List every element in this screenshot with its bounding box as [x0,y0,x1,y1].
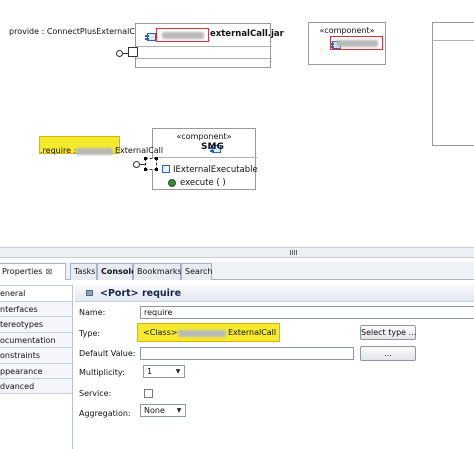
multiplicity-dropdown[interactable]: 1 ▼ [143,365,185,378]
properties-title-bar: <Port> require [75,285,474,302]
close-icon[interactable]: ⊠ [45,267,52,276]
section-stereotypes[interactable]: tereotypes [0,316,72,332]
redacted-text [336,40,378,47]
partial-component[interactable] [432,22,474,146]
chevron-down-icon[interactable]: ▼ [173,367,183,376]
multiplicity-value: 1 [147,367,153,376]
service-label: Service: [79,389,112,398]
sash-divider[interactable] [0,247,474,258]
multiplicity-label: Multiplicity: [79,368,125,377]
redaction-box [156,28,209,42]
aggregation-value: None [144,406,165,415]
type-label: Type: [79,329,101,338]
component-stereotype: «component» [176,132,232,141]
sash-grip-icon[interactable] [290,250,298,255]
jar-name-suffix: externalCall.jar [210,29,284,39]
interface-icon [162,165,170,173]
tab-bookmarks[interactable]: Bookmarks [133,263,182,280]
compartment-divider [136,46,272,47]
require-label-suffix: ExternalCall [115,146,164,155]
aggregation-label: Aggregation: [79,409,131,418]
name-label: Name: [79,308,106,317]
properties-sidebar: eneral nterfaces tereotypes ocumentation… [0,285,72,449]
chevron-down-icon[interactable]: ▼ [174,406,184,415]
diagram-canvas[interactable]: provide : ConnectPlusExternalCall extern… [0,0,474,247]
tab-properties[interactable]: Properties ⊠ [0,263,66,280]
section-documentation[interactable]: ocumentation [0,331,72,347]
default-value-browse-button[interactable]: ... [360,346,416,361]
redacted-text [76,148,113,155]
require-port-connector [139,164,146,165]
operation-name: execute ( ) [180,178,226,188]
interface-name: IExternalExecutable [173,165,258,175]
tab-console[interactable]: Console [97,263,137,280]
provided-interface-lollipop [116,50,123,57]
section-advanced[interactable]: dvanced [0,378,72,394]
tab-tasks[interactable]: Tasks [70,263,97,280]
compartment-divider [433,40,474,41]
type-value-prefix: <Class> [143,328,178,337]
smg-component-name: SMG [201,142,224,152]
service-checkbox[interactable] [144,389,153,398]
require-label-prefix: .require : [40,146,77,155]
properties-title: <Port> require [100,288,182,299]
selection-handle[interactable] [144,168,147,171]
section-interfaces[interactable]: nterfaces [0,300,72,316]
aggregation-dropdown[interactable]: None ▼ [140,404,186,417]
section-appearance[interactable]: ppearance [0,362,72,378]
provide-port[interactable] [128,47,138,57]
select-type-button[interactable]: Select type ... [360,325,416,340]
redacted-text [162,32,204,39]
redaction-box [330,36,383,50]
required-interface-socket [133,161,140,168]
selection-handle[interactable] [155,157,158,160]
redacted-text [178,330,226,337]
name-field[interactable]: require [140,306,474,319]
compartment-divider [136,58,272,59]
tab-search[interactable]: Search [181,263,212,280]
provide-port-label: provide : ConnectPlusExternalCall [9,27,145,36]
type-value-suffix: ExternalCall [228,328,277,337]
component-stereotype: «component» [319,26,375,35]
section-constraints[interactable]: onstraints [0,347,72,363]
selection-handle[interactable] [144,157,147,160]
compartment-divider [153,157,257,158]
provide-port-connector [122,53,129,54]
properties-main: <Port> require Name: require Type: <Clas… [73,285,474,449]
operation-icon [168,179,176,187]
default-value-label: Default Value: [79,349,136,358]
component-icon [145,32,156,41]
tab-label: Properties [2,267,43,276]
section-general[interactable]: eneral [0,285,72,301]
port-icon [86,290,93,296]
selection-handle[interactable] [155,168,158,171]
default-value-field[interactable] [140,347,354,360]
views-tab-row: Properties ⊠ Tasks Console Bookmarks Sear… [0,262,474,280]
